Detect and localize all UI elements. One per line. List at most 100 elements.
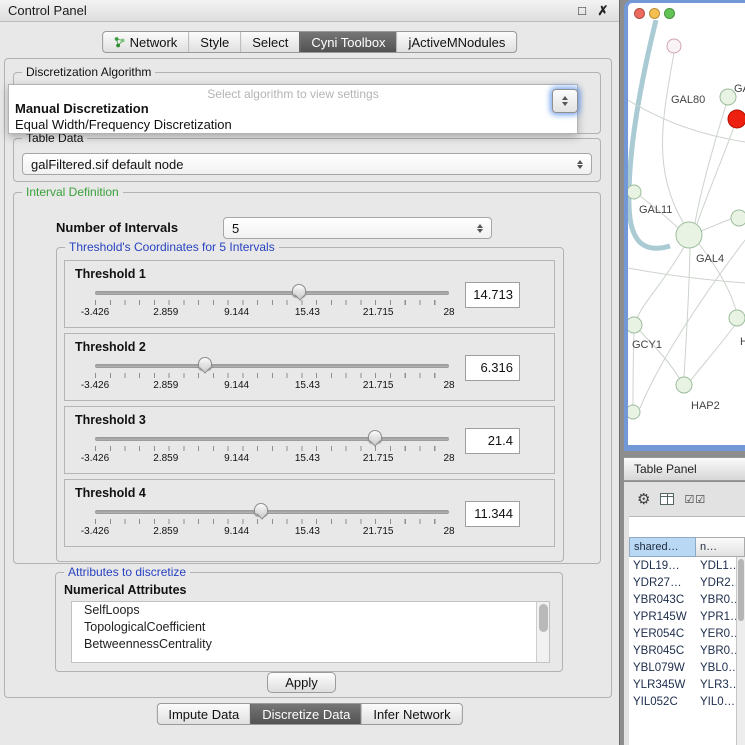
network-edge[interactable] — [691, 325, 735, 380]
table-browser-window: ⚙ ☑☑ shared… n… YDL19…YDL1…YDR27…YDR2…YB… — [624, 482, 745, 745]
close-window-icon[interactable]: ✗ — [595, 3, 611, 19]
tab-discretize-data[interactable]: Discretize Data — [250, 704, 361, 724]
slider-thumb[interactable] — [292, 284, 306, 297]
threshold-value-field[interactable]: 6.316 — [465, 355, 520, 381]
column-header-shared-name[interactable]: shared… — [629, 537, 696, 557]
table-row[interactable]: YBR045CYBR0… — [629, 642, 736, 659]
threshold-slider[interactable]: -3.4262.8599.14415.4321.71528 — [95, 356, 449, 396]
column-header-name[interactable]: n… — [696, 537, 745, 557]
threshold-value-field[interactable]: 14.713 — [465, 282, 520, 308]
combo-arrows-icon — [577, 160, 583, 169]
table-scrollbar[interactable] — [736, 557, 745, 745]
tab-style[interactable]: Style — [188, 32, 240, 52]
network-node[interactable] — [676, 377, 692, 393]
table-row[interactable]: YER054CYER0… — [629, 625, 736, 642]
network-canvas[interactable]: GAL80GAGAL11GAL4GCY1HAP2H — [628, 20, 745, 445]
cell-shared-name: YBR043C — [629, 594, 696, 606]
cell-name: YPR1… — [696, 611, 736, 623]
network-node[interactable] — [628, 317, 642, 333]
number-of-intervals-combo[interactable]: 5 — [223, 217, 492, 239]
slider-ticks — [95, 446, 449, 451]
network-edge[interactable] — [628, 100, 745, 142]
table-panel-title: Table Panel — [634, 462, 697, 476]
zoom-button[interactable] — [664, 8, 675, 19]
scale-label: 28 — [443, 526, 454, 537]
dropdown-option[interactable]: Manual Discretization — [9, 101, 577, 117]
cell-name: YDL1… — [696, 560, 736, 572]
scale-label: 15.43 — [295, 307, 320, 318]
network-edge[interactable] — [637, 247, 684, 318]
network-node[interactable] — [628, 185, 641, 199]
thresholds-group-title: Threshold's Coordinates for 5 Intervals — [65, 240, 279, 254]
scrollbar-thumb[interactable] — [738, 559, 744, 621]
tab-infer-network[interactable]: Infer Network — [361, 704, 461, 724]
table-row[interactable]: YIL052CYIL0… — [629, 693, 736, 710]
network-edge[interactable] — [628, 268, 745, 283]
table-panel-bar[interactable]: Table Panel — [624, 457, 745, 481]
scrollbar-thumb[interactable] — [539, 604, 548, 632]
table-row[interactable]: YDR27…YDR2… — [629, 574, 736, 591]
slider-thumb[interactable] — [368, 430, 382, 443]
threshold-panel: Threshold 1 -3.4262.8599.14415.4321.7152… — [64, 260, 555, 328]
cell-shared-name: YPR145W — [629, 611, 696, 623]
slider-track[interactable] — [95, 364, 449, 368]
combo-arrows-icon — [477, 224, 483, 233]
network-node[interactable] — [628, 405, 640, 419]
attribute-list-item[interactable]: TopologicalCoefficient — [72, 619, 549, 636]
table-row[interactable]: YBL079WYBL0… — [629, 659, 736, 676]
minimize-button[interactable] — [649, 8, 660, 19]
gear-icon[interactable]: ⚙ — [637, 490, 650, 508]
table-row[interactable]: YLR345WYLR3… — [629, 676, 736, 693]
slider-thumb[interactable] — [198, 357, 212, 370]
algorithm-combo-stepper[interactable] — [552, 89, 578, 113]
slider-track[interactable] — [95, 291, 449, 295]
tab-impute-data[interactable]: Impute Data — [157, 704, 250, 724]
network-edge[interactable] — [640, 240, 745, 408]
apply-button[interactable]: Apply — [267, 672, 336, 693]
numerical-attributes-list[interactable]: SelfLoopsTopologicalCoefficientBetweenne… — [71, 601, 550, 663]
attributes-group-title: Attributes to discretize — [64, 565, 190, 579]
tab-select[interactable]: Select — [240, 32, 299, 52]
network-node[interactable] — [729, 310, 745, 326]
network-edge[interactable] — [663, 53, 685, 224]
scale-label: -3.426 — [81, 453, 109, 464]
float-window-icon[interactable]: □ — [574, 3, 590, 18]
threshold-slider[interactable]: -3.4262.8599.14415.4321.71528 — [95, 502, 449, 542]
network-edge[interactable] — [684, 248, 690, 377]
table-row[interactable]: YPR145WYPR1… — [629, 608, 736, 625]
network-node[interactable] — [667, 39, 681, 53]
slider-track[interactable] — [95, 510, 449, 514]
cell-name: YDR2… — [696, 577, 736, 589]
attribute-list-item[interactable]: BetweennessCentrality — [72, 636, 549, 653]
checkbox-columns-icon[interactable]: ☑☑ — [684, 493, 706, 506]
node-label: H — [740, 336, 745, 348]
columns-icon[interactable] — [660, 493, 674, 505]
network-node[interactable] — [676, 222, 702, 248]
network-icon — [114, 37, 125, 48]
slider-track[interactable] — [95, 437, 449, 441]
threshold-value-field[interactable]: 21.4 — [465, 428, 520, 454]
network-edge[interactable] — [701, 219, 731, 231]
dropdown-option[interactable]: Equal Width/Frequency Discretization — [9, 117, 577, 133]
scale-label: 2.859 — [153, 380, 178, 391]
table-row[interactable]: YBR043CYBR0… — [629, 591, 736, 608]
threshold-value-field[interactable]: 11.344 — [465, 501, 520, 527]
tab-jactivemnodules[interactable]: jActiveMNodules — [397, 32, 517, 52]
table-data-combo[interactable]: galFiltered.sif default node — [22, 153, 592, 175]
network-node[interactable] — [731, 210, 745, 226]
attributes-scrollbar[interactable] — [536, 602, 549, 662]
threshold-slider[interactable]: -3.4262.8599.14415.4321.71528 — [95, 429, 449, 469]
cell-shared-name: YER054C — [629, 628, 696, 640]
network-edge[interactable] — [695, 105, 726, 223]
interval-definition-group: Interval Definition Number of Intervals … — [13, 192, 601, 564]
network-node[interactable] — [728, 110, 745, 128]
tab-label: Impute Data — [168, 707, 239, 722]
tab-network[interactable]: Network — [103, 32, 189, 52]
slider-thumb[interactable] — [254, 503, 268, 516]
close-button[interactable] — [634, 8, 645, 19]
table-row[interactable]: YDL19…YDL1… — [629, 557, 736, 574]
threshold-slider[interactable]: -3.4262.8599.14415.4321.71528 — [95, 283, 449, 323]
attribute-list-item[interactable]: SelfLoops — [72, 602, 549, 619]
tab-cyni-toolbox[interactable]: Cyni Toolbox — [299, 32, 396, 52]
algorithm-group-title: Discretization Algorithm — [22, 65, 155, 79]
